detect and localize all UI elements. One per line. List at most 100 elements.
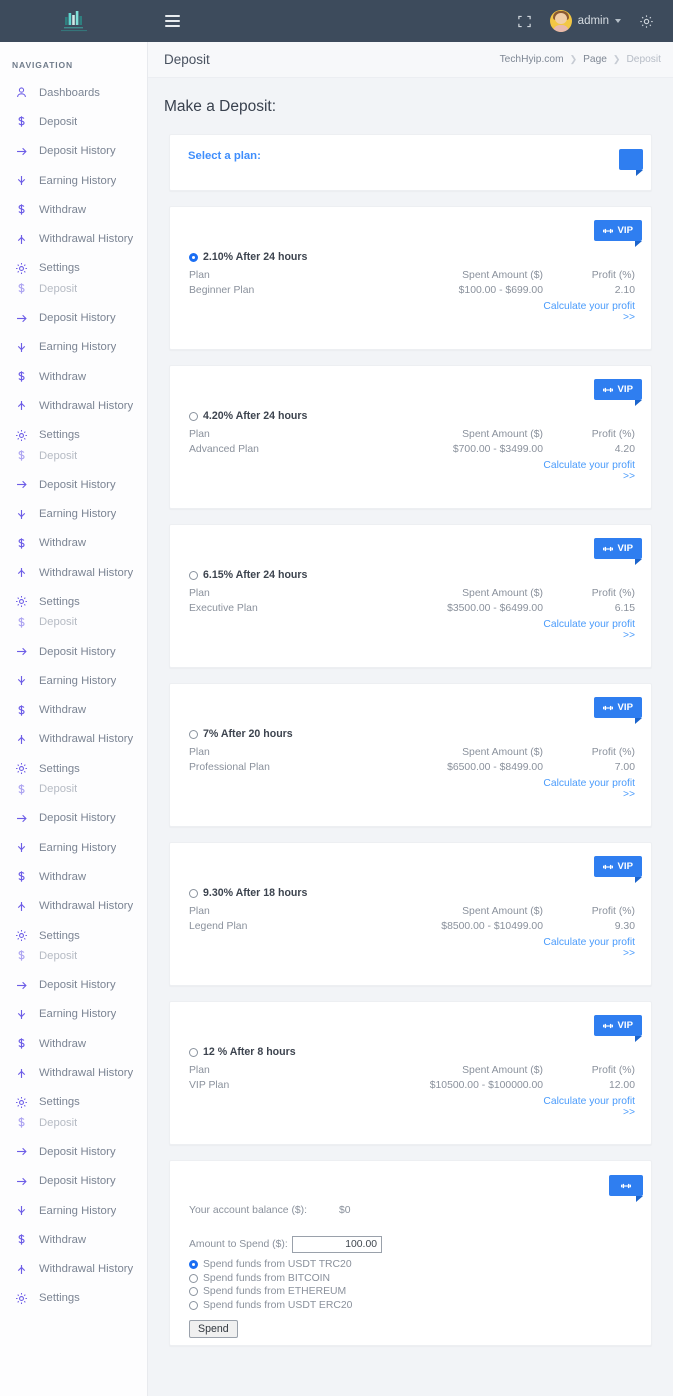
- col-plan: Plan: [189, 906, 210, 917]
- dumbbell-icon: [621, 1182, 631, 1190]
- col-profit: Profit (%): [591, 270, 635, 281]
- sidebar-item-deposit-history[interactable]: Deposit History: [0, 1167, 147, 1196]
- plan-card[interactable]: VIP 12 % After 8 hours Plan Spent Amount ($…: [169, 1001, 652, 1145]
- sidebar-item-withdrawal-history[interactable]: Withdrawal History: [0, 391, 147, 420]
- sidebar-item-label: Withdrawal History: [39, 399, 134, 412]
- hamburger-icon[interactable]: [150, 0, 194, 42]
- sidebar-item-deposit[interactable]: Deposit: [0, 274, 147, 303]
- sidebar-item-deposit-history[interactable]: Deposit History: [0, 470, 147, 499]
- sidebar-item-settings[interactable]: Settings: [0, 1284, 147, 1313]
- col-spent: Spent Amount ($): [462, 429, 543, 440]
- payment-radio[interactable]: [189, 1273, 198, 1283]
- sidebar-item-earning-history[interactable]: Earning History: [0, 1196, 147, 1225]
- plan-radio[interactable]: [189, 570, 198, 580]
- plan-radio[interactable]: [189, 411, 198, 421]
- payment-option[interactable]: Spend funds from ETHEREUM: [189, 1286, 635, 1297]
- sidebar-item-earning-history[interactable]: Earning History: [0, 1000, 147, 1029]
- plan-select-row[interactable]: 9.30% After 18 hours: [189, 887, 635, 899]
- sidebar-item-withdrawal-history[interactable]: Withdrawal History: [0, 725, 147, 754]
- sidebar-item-earning-history[interactable]: Earning History: [0, 166, 147, 195]
- sidebar-item-label: Withdraw: [39, 870, 87, 883]
- sidebar-item-withdraw[interactable]: Withdraw: [0, 862, 147, 891]
- sidebar-item-deposit[interactable]: Deposit: [0, 441, 147, 470]
- sidebar-item-earning-history[interactable]: Earning History: [0, 833, 147, 862]
- sidebar-item-deposit[interactable]: Deposit: [0, 608, 147, 637]
- plan-card[interactable]: VIP 9.30% After 18 hours Plan Spent Amount …: [169, 842, 652, 986]
- avatar: [549, 10, 572, 32]
- sidebar-item-label: Withdraw: [39, 537, 87, 550]
- plan-card[interactable]: VIP 4.20% After 24 hours Plan Spent Amount …: [169, 365, 652, 509]
- sidebar-item-withdraw[interactable]: Withdraw: [0, 362, 147, 391]
- plan-select-row[interactable]: 4.20% After 24 hours: [189, 410, 635, 422]
- calculate-profit-link[interactable]: Calculate your profit >>: [543, 1096, 635, 1118]
- payment-radio[interactable]: [189, 1287, 198, 1296]
- sidebar-item-deposit-history[interactable]: Deposit History: [0, 637, 147, 666]
- payment-option[interactable]: Spend funds from BITCOIN: [189, 1273, 635, 1284]
- plan-card[interactable]: VIP 2.10% After 24 hours Plan Spent Amount …: [169, 206, 652, 350]
- sidebar-item-deposit-history[interactable]: Deposit History: [0, 137, 147, 166]
- calculate-profit-link[interactable]: Calculate your profit >>: [543, 778, 635, 800]
- plan-card-list: VIP 2.10% After 24 hours Plan Spent Amount …: [169, 206, 652, 1145]
- amount-input[interactable]: [292, 1236, 382, 1253]
- plan-radio[interactable]: [189, 1047, 198, 1057]
- plan-select-row[interactable]: 6.15% After 24 hours: [189, 569, 635, 581]
- plan-card[interactable]: VIP 6.15% After 24 hours Plan Spent Amount …: [169, 524, 652, 668]
- sidebar-item-earning-history[interactable]: Earning History: [0, 666, 147, 695]
- calculate-profit-link[interactable]: Calculate your profit >>: [543, 619, 635, 641]
- spend-button[interactable]: Spend: [189, 1320, 238, 1338]
- sidebar-item-withdraw[interactable]: Withdraw: [0, 1225, 147, 1254]
- sidebar-item-deposit[interactable]: Deposit: [0, 1108, 147, 1137]
- sidebar-item-withdraw[interactable]: Withdraw: [0, 1029, 147, 1058]
- plan-radio[interactable]: [189, 888, 198, 898]
- app-logo[interactable]: [0, 0, 148, 42]
- fullscreen-icon[interactable]: [510, 6, 540, 36]
- plan-radio[interactable]: [189, 729, 198, 739]
- user-menu[interactable]: admin: [542, 6, 629, 36]
- plan-spent: $10500.00 - $100000.00: [429, 1080, 543, 1091]
- sidebar-item-dashboards[interactable]: Dashboards: [0, 78, 147, 107]
- sidebar-item-deposit[interactable]: Deposit: [0, 941, 147, 970]
- sidebar-item-deposit-history[interactable]: Deposit History: [0, 804, 147, 833]
- payment-radio[interactable]: [189, 1300, 198, 1310]
- plan-name: VIP Plan: [189, 1080, 230, 1091]
- calculate-profit-link[interactable]: Calculate your profit >>: [543, 460, 635, 482]
- sidebar-item-withdrawal-history[interactable]: Withdrawal History: [0, 558, 147, 587]
- breadcrumb-separator-icon: ❯: [569, 54, 578, 64]
- plan-card[interactable]: VIP 7% After 20 hours Plan Spent Amount ($)…: [169, 683, 652, 827]
- sidebar-item-withdrawal-history[interactable]: Withdrawal History: [0, 224, 147, 253]
- sidebar-item-deposit-history[interactable]: Deposit History: [0, 1137, 147, 1166]
- dollar-icon: [14, 1233, 28, 1247]
- sidebar-item-withdrawal-history[interactable]: Withdrawal History: [0, 892, 147, 921]
- top-bar-right: admin: [510, 0, 673, 42]
- sidebar[interactable]: NAVIGATION Dashboards Deposit Deposit Hist…: [0, 42, 148, 1396]
- sidebar-item-earning-history[interactable]: Earning History: [0, 333, 147, 362]
- breadcrumb-page[interactable]: Page: [583, 54, 607, 65]
- table-row: Beginner Plan $100.00 - $699.00 2.10: [189, 283, 635, 298]
- plan-profit: 12.00: [608, 1080, 635, 1091]
- sidebar-item-deposit-history[interactable]: Deposit History: [0, 971, 147, 1000]
- sidebar-item-deposit[interactable]: Deposit: [0, 107, 147, 136]
- sidebar-item-deposit[interactable]: Deposit: [0, 774, 147, 803]
- payment-radio[interactable]: [189, 1260, 198, 1269]
- sidebar-item-withdrawal-history[interactable]: Withdrawal History: [0, 1254, 147, 1283]
- plan-select-row[interactable]: 7% After 20 hours: [189, 728, 635, 740]
- plan-select-row[interactable]: 12 % After 8 hours: [189, 1046, 635, 1058]
- main-content: Deposit TechHyip.com ❯ Page ❯ Deposit Ma…: [148, 42, 673, 1396]
- plan-select-row[interactable]: 2.10% After 24 hours: [189, 251, 635, 263]
- gear-icon[interactable]: [631, 6, 661, 36]
- sidebar-item-label: Withdraw: [39, 370, 87, 383]
- payment-option[interactable]: Spend funds from USDT ERC20: [189, 1300, 635, 1311]
- sidebar-item-deposit-history[interactable]: Deposit History: [0, 303, 147, 332]
- sidebar-item-withdrawal-history[interactable]: Withdrawal History: [0, 1058, 147, 1087]
- ribbon-label: VIP: [617, 1020, 633, 1031]
- plan-radio[interactable]: [189, 252, 198, 262]
- calculate-profit-link[interactable]: Calculate your profit >>: [543, 301, 635, 323]
- breadcrumb-root[interactable]: TechHyip.com: [500, 54, 564, 65]
- plan-spent: $3500.00 - $6499.00: [447, 603, 543, 614]
- sidebar-item-earning-history[interactable]: Earning History: [0, 499, 147, 528]
- payment-option[interactable]: Spend funds from USDT TRC20: [189, 1259, 635, 1270]
- calculate-profit-link[interactable]: Calculate your profit >>: [543, 937, 635, 959]
- sidebar-item-withdraw[interactable]: Withdraw: [0, 529, 147, 558]
- sidebar-item-withdraw[interactable]: Withdraw: [0, 195, 147, 224]
- sidebar-item-withdraw[interactable]: Withdraw: [0, 696, 147, 725]
